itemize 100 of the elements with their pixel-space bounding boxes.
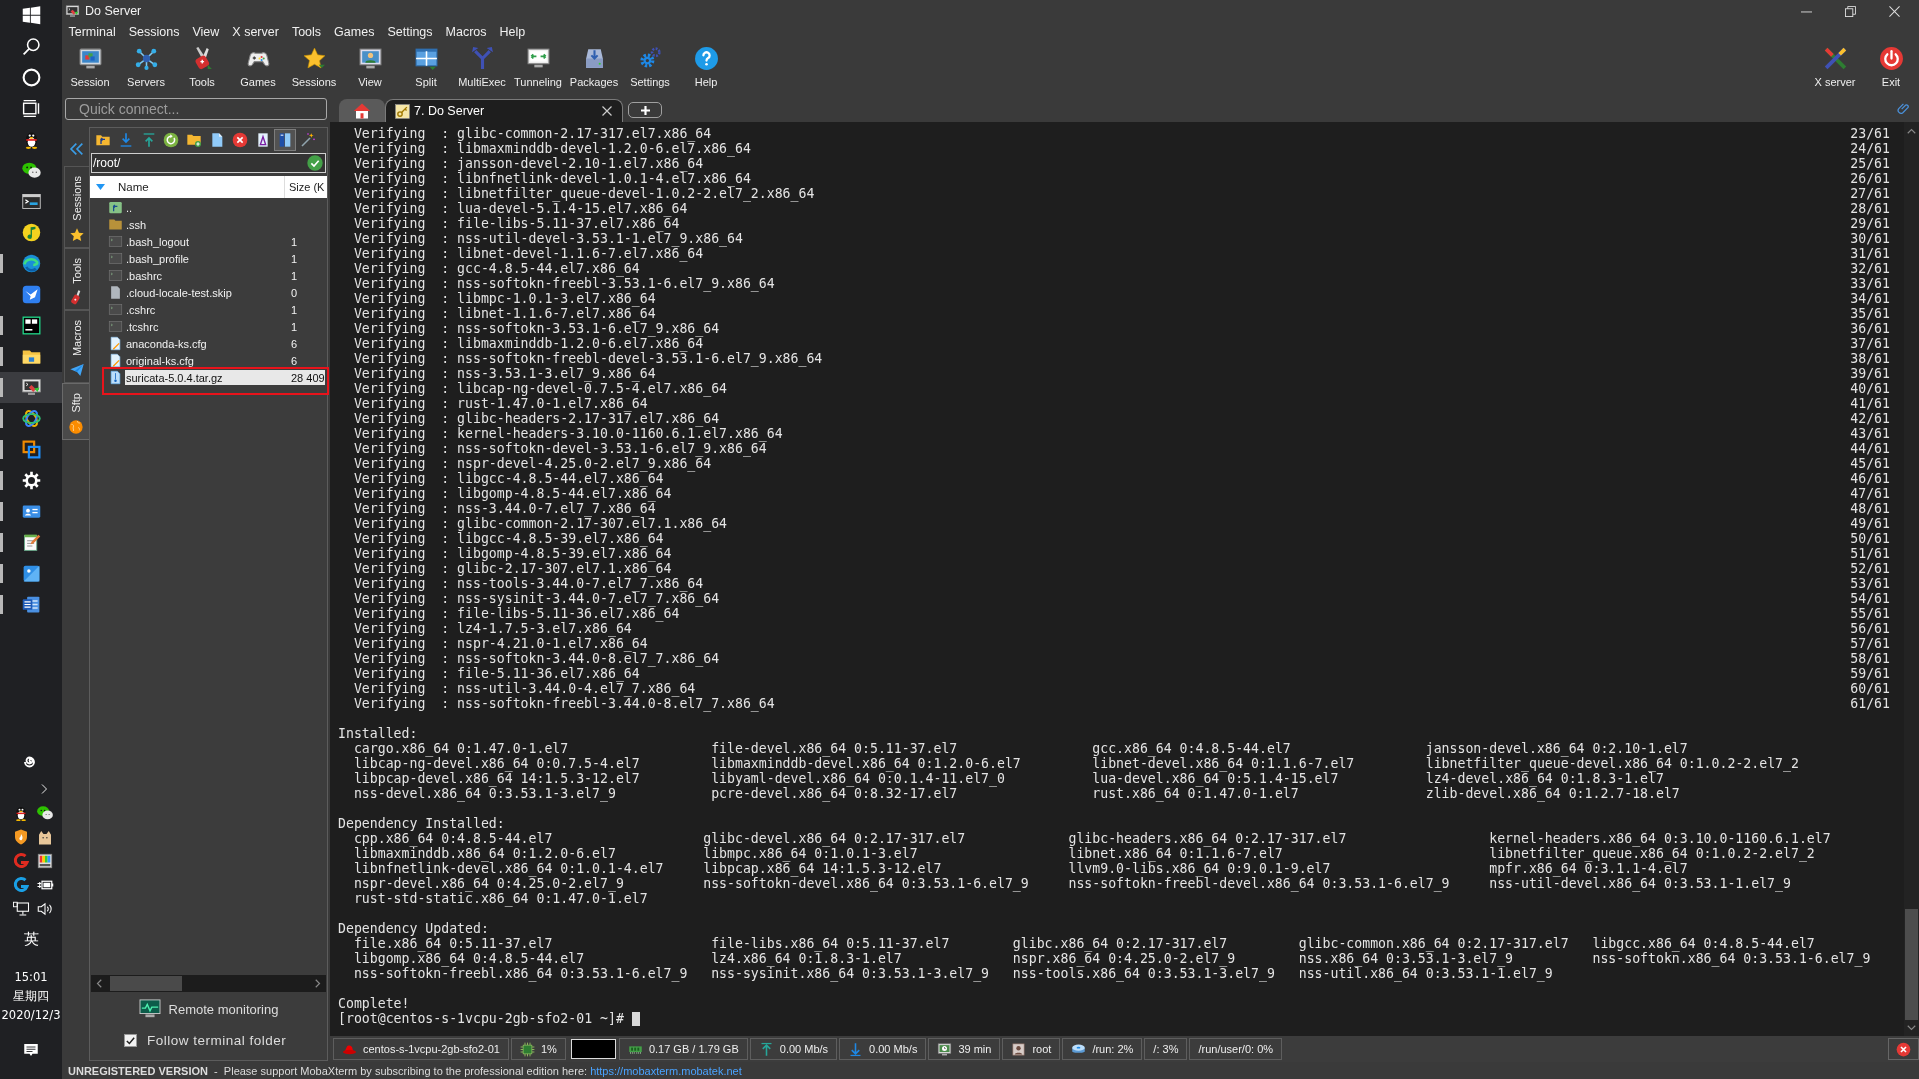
close-icon[interactable] [1889, 5, 1900, 17]
toolbar-button[interactable]: Games [230, 42, 286, 95]
close-icon[interactable] [602, 106, 612, 116]
toolbar-button[interactable]: View [342, 42, 398, 95]
horizontal-scrollbar[interactable] [91, 975, 326, 992]
side-tab[interactable]: Sessions [64, 166, 89, 248]
console-file-icon [108, 234, 123, 249]
file-icon [108, 285, 123, 300]
scrollbar-thumb[interactable] [110, 976, 182, 991]
file-entry[interactable]: .bashrc 1 [125, 268, 325, 283]
file-entry[interactable]: .. [125, 200, 325, 215]
chat-bubbles-icon[interactable] [36, 804, 54, 822]
menu-item[interactable]: Tools [285, 24, 328, 40]
file-entry[interactable]: .tcshrc 1 [125, 319, 325, 334]
quick-connect-field[interactable]: Quick connect... [65, 98, 327, 120]
windows-logo-icon[interactable] [20, 5, 42, 26]
toolbar-button[interactable]: Settings [622, 42, 678, 95]
menu-item[interactable]: Games [327, 24, 381, 40]
shield-icon[interactable] [12, 828, 30, 846]
toolbar-button[interactable]: Sessions [286, 42, 342, 95]
website-link[interactable]: https://mobaxterm.mobatek.net [590, 1064, 742, 1077]
terminal-line: Verifying : file-5.11-36.el7.x86_64 [352, 666, 640, 681]
file-entry[interactable]: anaconda-ks.cfg 6 [125, 336, 325, 351]
vertical-scrollbar[interactable] [1904, 122, 1919, 1036]
terminal-line: Verifying : libmpc-1.0.1-3.el7.x86_64 [352, 291, 656, 306]
chat-bubbles-icon [20, 160, 42, 181]
toolbar-button[interactable]: Packages [566, 42, 622, 95]
scroll-down-icon[interactable] [1907, 1025, 1916, 1031]
ring-icon[interactable] [20, 67, 42, 88]
file-entry[interactable]: .bash_logout 1 [125, 234, 325, 249]
check-icon[interactable] [307, 155, 323, 171]
file-size: 1 [291, 252, 298, 265]
task-view-icon[interactable] [20, 98, 42, 119]
menu-item[interactable]: X server [225, 24, 286, 40]
package-entry: llvm9.0-libs.x86_64 0:9.0.1-9.el7 [1068, 861, 1331, 876]
terminal-line: Complete! [338, 996, 410, 1011]
menu-item[interactable]: Sessions [122, 24, 186, 40]
checkbox-label[interactable]: Follow terminal folder [147, 1032, 287, 1048]
progress-counter: 33/61 [1850, 276, 1890, 291]
side-tab[interactable]: Macros [64, 310, 89, 384]
close-session-button[interactable] [1888, 1038, 1919, 1060]
scrollbar-thumb[interactable] [1905, 909, 1918, 1020]
scroll-right-icon[interactable] [315, 979, 321, 988]
progress-counter: 44/61 [1850, 441, 1890, 456]
arc-logo-icon[interactable] [12, 852, 30, 870]
network-icon[interactable] [12, 900, 30, 918]
volume-icon[interactable] [36, 900, 54, 918]
toolbar-button[interactable]: Split [398, 42, 454, 95]
file-entry[interactable]: .cshrc 1 [125, 302, 325, 317]
test-pattern-icon[interactable] [36, 852, 54, 870]
side-tab[interactable]: Sftp [62, 383, 89, 440]
input-method-indicator[interactable]: 英 [23, 929, 39, 949]
toolbar-button[interactable]: Help [678, 42, 734, 95]
file-entry[interactable]: .bash_profile 1 [125, 251, 325, 266]
toolbar-button[interactable]: Exit [1863, 42, 1919, 95]
cat-icon[interactable] [36, 828, 54, 846]
toolbar-button[interactable]: Servers [118, 42, 174, 95]
terminal-line: Verifying : lua-devel-5.1.4-15.el7.x86_64 [352, 201, 688, 216]
file-entry[interactable]: suricata-5.0.4.tar.gz 28 409 [125, 370, 325, 385]
new-tab-button[interactable] [628, 102, 662, 118]
toolbar-button[interactable]: Tunneling [510, 42, 566, 95]
path-field[interactable]: /root/ [91, 153, 326, 173]
menu-item[interactable]: Help [493, 24, 532, 40]
file-entry[interactable]: original-ks.cfg 6 [125, 353, 325, 368]
toolbar-button[interactable]: MultiExec [454, 42, 510, 95]
column-header[interactable]: Size (K [284, 176, 325, 198]
session-tab[interactable]: 7. Do Server [385, 99, 623, 122]
sort-arrow-icon[interactable] [96, 184, 105, 190]
toolbar-button[interactable]: Tools [174, 42, 230, 95]
progress-counter: 55/61 [1850, 606, 1890, 621]
remote-monitoring-button[interactable]: Remote monitoring [134, 996, 283, 1022]
progress-counter: 58/61 [1850, 651, 1890, 666]
terminal-panel[interactable] [330, 122, 1919, 1036]
chip-icon [519, 1041, 535, 1057]
toolbar-button[interactable]: X server [1807, 42, 1863, 95]
package-entry: nss-tools.x86_64 0:3.53.1-3.el7_9 [1012, 966, 1275, 981]
toolbar-button[interactable]: Session [62, 42, 118, 95]
taskbar-button[interactable] [0, 372, 62, 403]
restore-icon[interactable] [1845, 5, 1856, 17]
progress-counter: 60/61 [1850, 681, 1890, 696]
file-entry[interactable]: .cloud-locale-test.skip 0 [125, 285, 325, 300]
package-entry: rust-std-static.x86_64 0:1.47.0-1.el7 [353, 891, 649, 906]
paperclip-icon[interactable] [1897, 101, 1911, 115]
menu-item[interactable]: View [186, 24, 226, 40]
menu-item[interactable]: Macros [439, 24, 494, 40]
scroll-left-icon[interactable] [96, 979, 102, 988]
search-icon[interactable] [20, 36, 42, 57]
menu-item[interactable]: Settings [380, 24, 440, 40]
arc-logo-icon[interactable] [12, 876, 30, 894]
file-entry[interactable]: .ssh [125, 217, 325, 232]
package-entry: libnet.x86_64 0:1.1.6-7.el7 [1068, 846, 1283, 861]
session-tab[interactable] [339, 99, 385, 122]
double-chevron-icon[interactable] [69, 140, 85, 158]
column-header[interactable]: Name [118, 181, 149, 193]
side-tab[interactable]: Tools [64, 247, 89, 311]
checkbox[interactable] [124, 1033, 137, 1047]
split-panes-icon[interactable] [274, 128, 297, 151]
menu-item[interactable]: Terminal [62, 24, 123, 40]
scroll-up-icon[interactable] [1907, 128, 1916, 134]
section-heading: Dependency Installed: [338, 816, 505, 831]
